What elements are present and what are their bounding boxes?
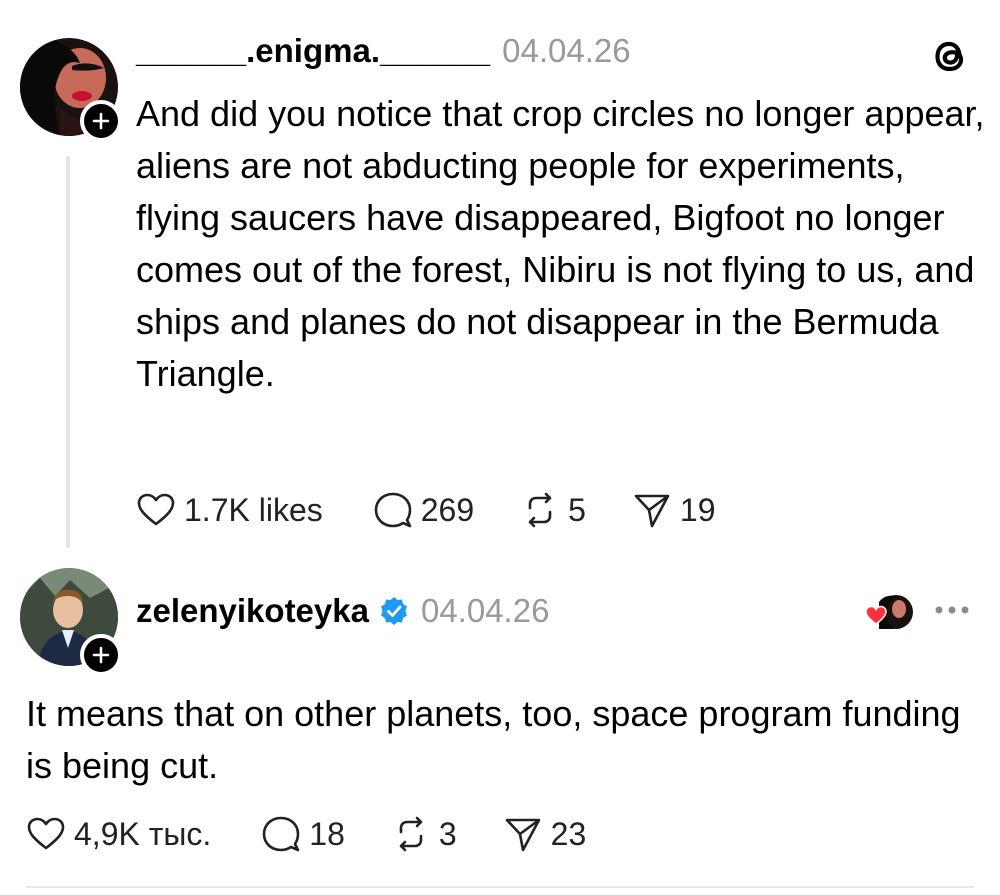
more-dots-icon[interactable]	[932, 600, 972, 620]
like-button[interactable]: 4,9K тыс.	[26, 814, 211, 854]
share-button[interactable]: 19	[632, 490, 716, 530]
reply-button[interactable]: 18	[261, 814, 345, 854]
like-count: 1.7K likes	[184, 491, 323, 528]
send-icon	[505, 818, 540, 852]
comment-icon	[262, 816, 300, 852]
repost-icon	[528, 492, 552, 528]
repost-count: 5	[568, 491, 586, 528]
verified-badge-icon	[380, 597, 407, 625]
post-date: 04.04.26	[502, 32, 631, 69]
comment-icon	[374, 492, 412, 528]
liked-by-author-icon	[865, 595, 913, 629]
reply-count: 18	[309, 815, 345, 852]
repost-button[interactable]: 3	[391, 814, 457, 854]
plus-icon	[92, 646, 110, 664]
plus-icon	[92, 112, 110, 130]
username[interactable]: ______.enigma.______	[136, 32, 490, 70]
divider	[26, 886, 974, 888]
repost-icon	[399, 816, 423, 852]
post-text: It means that on other planets, too, spa…	[26, 693, 961, 786]
repost-count: 3	[438, 815, 457, 852]
follow-button[interactable]	[80, 634, 122, 676]
threads-logo-icon[interactable]	[928, 34, 972, 78]
follow-button[interactable]	[80, 100, 122, 142]
like-button[interactable]: 1.7K likes	[136, 490, 323, 530]
share-count: 23	[550, 815, 587, 852]
threads-feed: ______.enigma.______ 04.04.26 And did yo…	[0, 0, 1000, 895]
username[interactable]: zelenyikoteyka	[136, 592, 369, 630]
heart-icon	[137, 493, 175, 526]
heart-icon	[27, 817, 65, 850]
send-icon	[634, 494, 670, 528]
post-actions: 1.7K likes 269 5 19	[136, 490, 716, 530]
share-button[interactable]: 23	[503, 814, 587, 854]
post-header: zelenyikoteyka 04.04.26	[136, 592, 549, 630]
repost-button[interactable]: 5	[520, 490, 586, 530]
reply-button[interactable]: 269	[373, 490, 474, 530]
post-actions: 4,9K тыс. 18 3 23	[26, 814, 586, 854]
share-count: 19	[679, 491, 716, 528]
thread-connector-line	[66, 156, 70, 548]
post-date: 04.04.26	[420, 592, 550, 629]
post-text: And did you notice that crop circles no …	[136, 93, 985, 394]
like-count: 4,9K тыс.	[74, 815, 212, 852]
reply-count: 269	[420, 491, 475, 528]
post-header: ______.enigma.______ 04.04.26	[136, 32, 631, 70]
